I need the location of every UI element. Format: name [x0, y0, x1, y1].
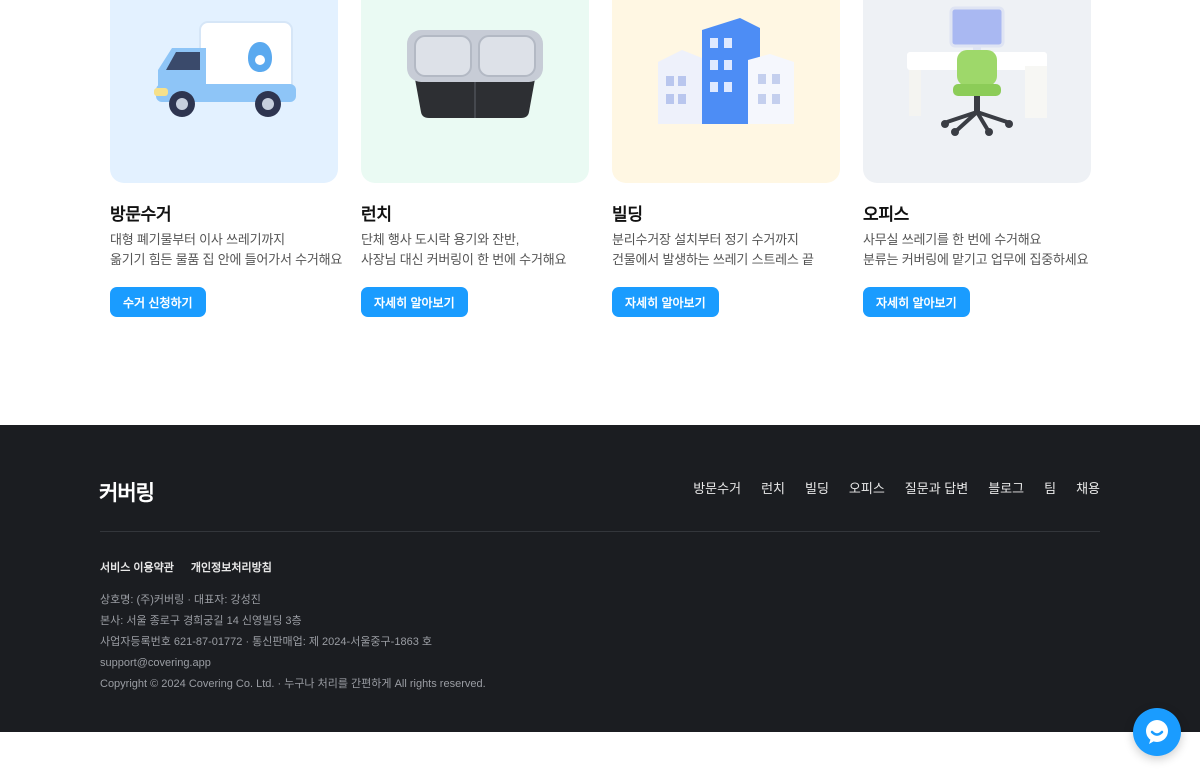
card-description: 사무실 쓰레기를 한 번에 수거해요 분류는 커버링에 맡기고 업무에 집중하세… [863, 230, 1123, 270]
footer-nav-lunch[interactable]: 런치 [761, 478, 785, 497]
footer-nav-careers[interactable]: 채용 [1076, 478, 1100, 497]
copyright: Copyright © 2024 Covering Co. Ltd. · 누구나… [100, 678, 486, 690]
company-name-ceo: 상호명: (주)커버링 · 대표자: 강성진 [100, 594, 261, 606]
card-image [361, 0, 589, 183]
card-title: 오피스 [863, 205, 910, 224]
learn-more-button[interactable]: 자세히 알아보기 [863, 287, 970, 317]
card-image [863, 0, 1091, 183]
footer-nav: 방문수거 런치 빌딩 오피스 질문과 답변 블로그 팀 채용 [693, 478, 1100, 497]
card-desc-line: 단체 행사 도시락 용기와 잔반, [361, 232, 520, 247]
office-desk-icon [907, 6, 1047, 136]
card-desc-line: 건물에서 발생하는 쓰레기 스트레스 끝 [612, 252, 814, 267]
footer-nav-blog[interactable]: 블로그 [988, 478, 1024, 497]
chat-bubble-icon [1146, 720, 1168, 744]
card-desc-line: 분류는 커버링에 맡기고 업무에 집중하세요 [863, 252, 1089, 267]
privacy-policy-link[interactable]: 개인정보처리방침 [191, 559, 272, 575]
footer-nav-office[interactable]: 오피스 [849, 478, 885, 497]
card-description: 분리수거장 설치부터 정기 수거까지 건물에서 발생하는 쓰레기 스트레스 끝 [612, 230, 872, 270]
card-image [612, 0, 840, 183]
footer-nav-building[interactable]: 빌딩 [805, 478, 829, 497]
footer-nav-visit-pickup[interactable]: 방문수거 [693, 478, 741, 497]
terms-of-service-link[interactable]: 서비스 이용약관 [100, 559, 174, 575]
card-desc-line: 분리수거장 설치부터 정기 수거까지 [612, 232, 799, 247]
card-desc-line: 사장님 대신 커버링이 한 번에 수거해요 [361, 252, 567, 267]
truck-icon [154, 21, 296, 117]
card-desc-line: 옮기기 힘든 물품 집 안에 들어가서 수거해요 [110, 252, 343, 267]
footer-logo[interactable]: 커버링 [99, 477, 155, 507]
card-building: 빌딩 분리수거장 설치부터 정기 수거까지 건물에서 발생하는 쓰레기 스트레스… [612, 0, 840, 317]
card-description: 단체 행사 도시락 용기와 잔반, 사장님 대신 커버링이 한 번에 수거해요 [361, 230, 621, 270]
request-pickup-button[interactable]: 수거 신청하기 [110, 287, 206, 317]
service-cards: 방문수거 대형 폐기물부터 이사 쓰레기까지 옮기기 힘든 물품 집 안에 들어… [110, 0, 1091, 330]
company-info: 상호명: (주)커버링 · 대표자: 강성진 본사: 서울 종로구 경희궁길 1… [100, 590, 486, 695]
card-title: 런치 [361, 205, 392, 224]
card-title: 빌딩 [612, 205, 643, 224]
card-title: 방문수거 [110, 205, 172, 224]
business-registration: 사업자등록번호 621-87-01772 · 통신판매업: 제 2024-서울중… [100, 636, 432, 648]
card-desc-line: 사무실 쓰레기를 한 번에 수거해요 [863, 232, 1042, 247]
footer-legal-links: 서비스 이용약관 개인정보처리방침 [100, 559, 272, 575]
card-office: 오피스 사무실 쓰레기를 한 번에 수거해요 분류는 커버링에 맡기고 업무에 … [863, 0, 1091, 317]
footer-nav-team[interactable]: 팀 [1044, 478, 1056, 497]
footer-divider [100, 531, 1100, 532]
lunchbox-icon [407, 30, 543, 118]
building-icon [658, 18, 794, 124]
support-email: support@covering.app [100, 657, 211, 669]
footer-nav-faq[interactable]: 질문과 답변 [905, 478, 968, 497]
chat-button[interactable] [1133, 708, 1181, 756]
card-description: 대형 폐기물부터 이사 쓰레기까지 옮기기 힘든 물품 집 안에 들어가서 수거… [110, 230, 370, 270]
card-desc-line: 대형 폐기물부터 이사 쓰레기까지 [110, 232, 285, 247]
card-visit-pickup: 방문수거 대형 폐기물부터 이사 쓰레기까지 옮기기 힘든 물품 집 안에 들어… [110, 0, 342, 317]
company-address: 본사: 서울 종로구 경희궁길 14 신영빌딩 3층 [100, 615, 302, 627]
card-lunch: 런치 단체 행사 도시락 용기와 잔반, 사장님 대신 커버링이 한 번에 수거… [361, 0, 589, 317]
learn-more-button[interactable]: 자세히 알아보기 [612, 287, 719, 317]
card-image [110, 0, 338, 183]
learn-more-button[interactable]: 자세히 알아보기 [361, 287, 468, 317]
